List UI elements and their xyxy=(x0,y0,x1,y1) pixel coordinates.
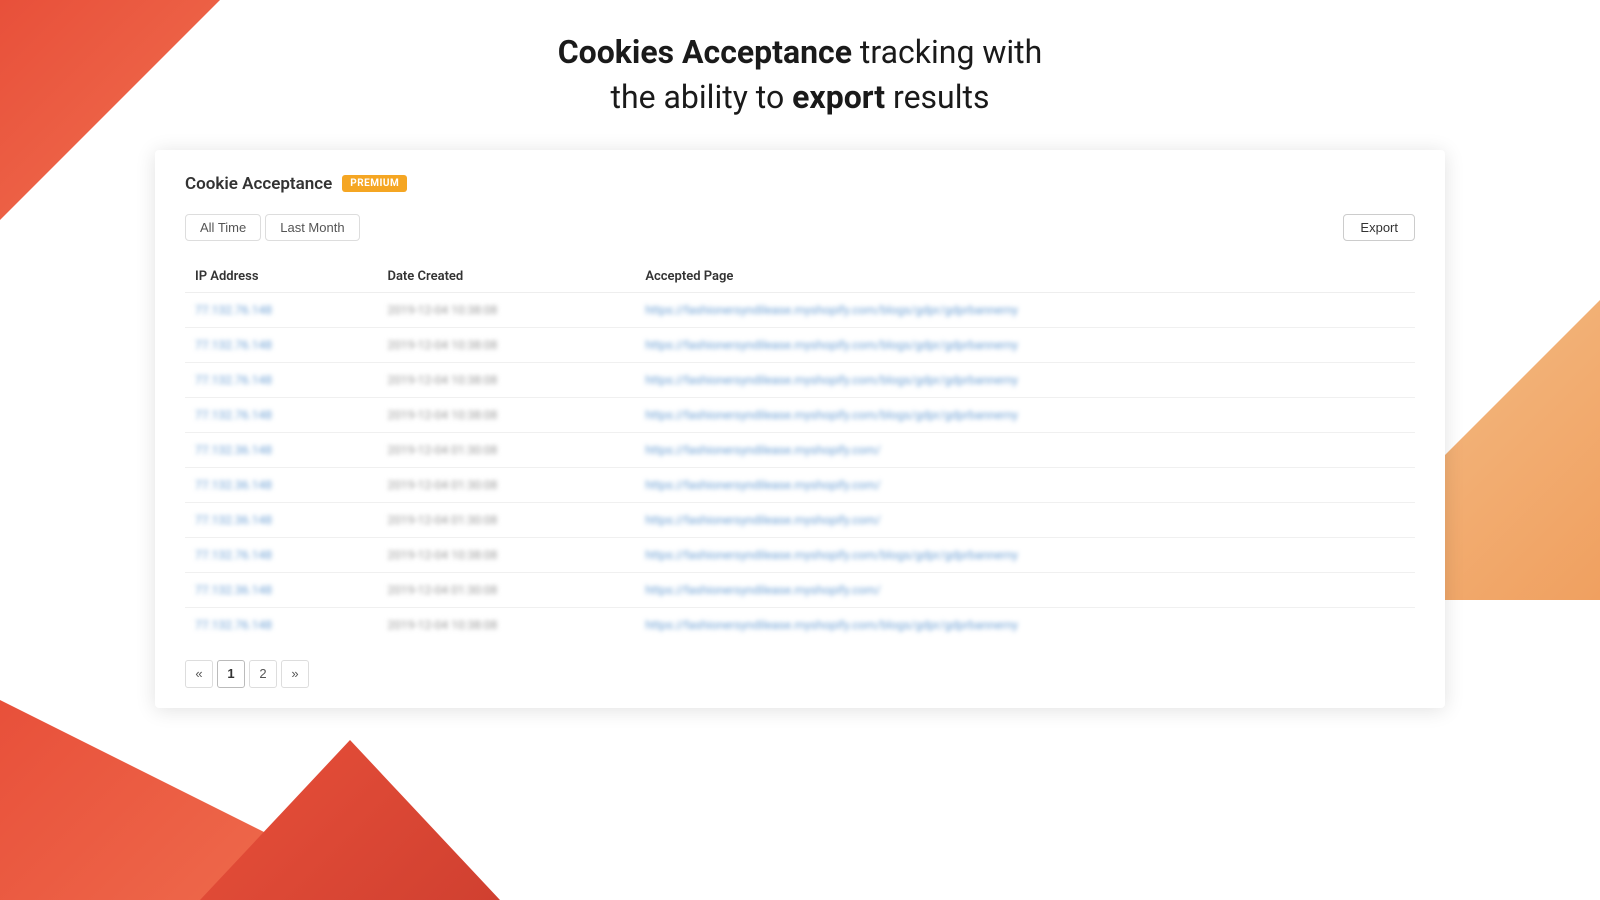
pagination-next[interactable]: » xyxy=(281,660,309,688)
table-body: 77.132.76.1482019-12-04 10:38:08https://… xyxy=(185,292,1415,642)
table-row: 77.132.76.1482019-12-04 10:38:08https://… xyxy=(185,292,1415,327)
headline-bold1: Cookies Acceptance xyxy=(558,33,852,71)
cell-ip: 77.132.36.148 xyxy=(185,467,377,502)
table-row: 77.132.36.1482019-12-04 01:30:08https://… xyxy=(185,502,1415,537)
pagination-page1[interactable]: 1 xyxy=(217,660,245,688)
table-header-row: IP Address Date Created Accepted Page xyxy=(185,261,1415,293)
table-row: 77.132.36.1482019-12-04 01:30:08https://… xyxy=(185,467,1415,502)
cell-date: 2019-12-04 10:38:08 xyxy=(377,327,635,362)
main-card: Cookie Acceptance PREMIUM All Time Last … xyxy=(155,150,1445,708)
cell-url: https://fashionersyndilease.myshopify.co… xyxy=(635,362,1415,397)
filter-all-time-button[interactable]: All Time xyxy=(185,214,261,241)
headline-bold2: export xyxy=(792,78,885,116)
col-url: Accepted Page xyxy=(635,261,1415,293)
cell-url: https://fashionersyndilease.myshopify.co… xyxy=(635,572,1415,607)
cell-url: https://fashionersyndilease.myshopify.co… xyxy=(635,607,1415,642)
table-row: 77.132.76.1482019-12-04 10:38:08https://… xyxy=(185,607,1415,642)
cell-url: https://fashionersyndilease.myshopify.co… xyxy=(635,397,1415,432)
cell-ip: 77.132.76.148 xyxy=(185,537,377,572)
table-row: 77.132.36.1482019-12-04 01:30:08https://… xyxy=(185,572,1415,607)
cell-date: 2019-12-04 10:38:08 xyxy=(377,397,635,432)
filter-last-month-button[interactable]: Last Month xyxy=(265,214,359,241)
cell-date: 2019-12-04 10:38:08 xyxy=(377,537,635,572)
table-row: 77.132.76.1482019-12-04 10:38:08https://… xyxy=(185,327,1415,362)
pagination-prev[interactable]: « xyxy=(185,660,213,688)
pagination: « 1 2 » xyxy=(185,660,1415,688)
cell-url: https://fashionersyndilease.myshopify.co… xyxy=(635,502,1415,537)
cell-url: https://fashionersyndilease.myshopify.co… xyxy=(635,467,1415,502)
cell-date: 2019-12-04 01:30:08 xyxy=(377,572,635,607)
cell-url: https://fashionersyndilease.myshopify.co… xyxy=(635,327,1415,362)
data-table: IP Address Date Created Accepted Page 77… xyxy=(185,261,1415,642)
cell-date: 2019-12-04 01:30:08 xyxy=(377,432,635,467)
cell-ip: 77.132.36.148 xyxy=(185,432,377,467)
cell-url: https://fashionersyndilease.myshopify.co… xyxy=(635,537,1415,572)
table-row: 77.132.76.1482019-12-04 10:38:08https://… xyxy=(185,397,1415,432)
cell-url: https://fashionersyndilease.myshopify.co… xyxy=(635,292,1415,327)
table-row: 77.132.76.1482019-12-04 10:38:08https://… xyxy=(185,362,1415,397)
col-date: Date Created xyxy=(377,261,635,293)
headline-line2: the ability to export results xyxy=(611,78,990,116)
headline-line2-text1: the ability to xyxy=(611,78,793,116)
cell-ip: 77.132.76.148 xyxy=(185,607,377,642)
premium-badge: PREMIUM xyxy=(342,175,407,192)
cell-date: 2019-12-04 01:30:08 xyxy=(377,467,635,502)
page-title: Cookies Acceptance tracking with the abi… xyxy=(558,30,1043,120)
cell-ip: 77.132.76.148 xyxy=(185,292,377,327)
table-row: 77.132.76.1482019-12-04 10:38:08https://… xyxy=(185,537,1415,572)
toolbar: All Time Last Month Export xyxy=(185,214,1415,241)
card-title: Cookie Acceptance xyxy=(185,174,332,194)
page-wrapper: Cookies Acceptance tracking with the abi… xyxy=(0,0,1600,900)
cell-date: 2019-12-04 10:38:08 xyxy=(377,292,635,327)
cell-ip: 77.132.76.148 xyxy=(185,362,377,397)
export-button[interactable]: Export xyxy=(1343,214,1415,241)
table-row: 77.132.36.1482019-12-04 01:30:08https://… xyxy=(185,432,1415,467)
headline-line2-text2: results xyxy=(885,78,989,116)
cell-ip: 77.132.76.148 xyxy=(185,397,377,432)
col-ip: IP Address xyxy=(185,261,377,293)
cell-date: 2019-12-04 10:38:08 xyxy=(377,362,635,397)
cell-ip: 77.132.36.148 xyxy=(185,572,377,607)
pagination-page2[interactable]: 2 xyxy=(249,660,277,688)
cell-date: 2019-12-04 10:38:08 xyxy=(377,607,635,642)
cell-ip: 77.132.36.148 xyxy=(185,502,377,537)
filter-buttons: All Time Last Month xyxy=(185,214,360,241)
table-header: IP Address Date Created Accepted Page xyxy=(185,261,1415,293)
cell-date: 2019-12-04 01:30:08 xyxy=(377,502,635,537)
cell-ip: 77.132.76.148 xyxy=(185,327,377,362)
headline-text1: tracking with xyxy=(852,33,1042,71)
card-header: Cookie Acceptance PREMIUM xyxy=(185,174,1415,194)
cell-url: https://fashionersyndilease.myshopify.co… xyxy=(635,432,1415,467)
